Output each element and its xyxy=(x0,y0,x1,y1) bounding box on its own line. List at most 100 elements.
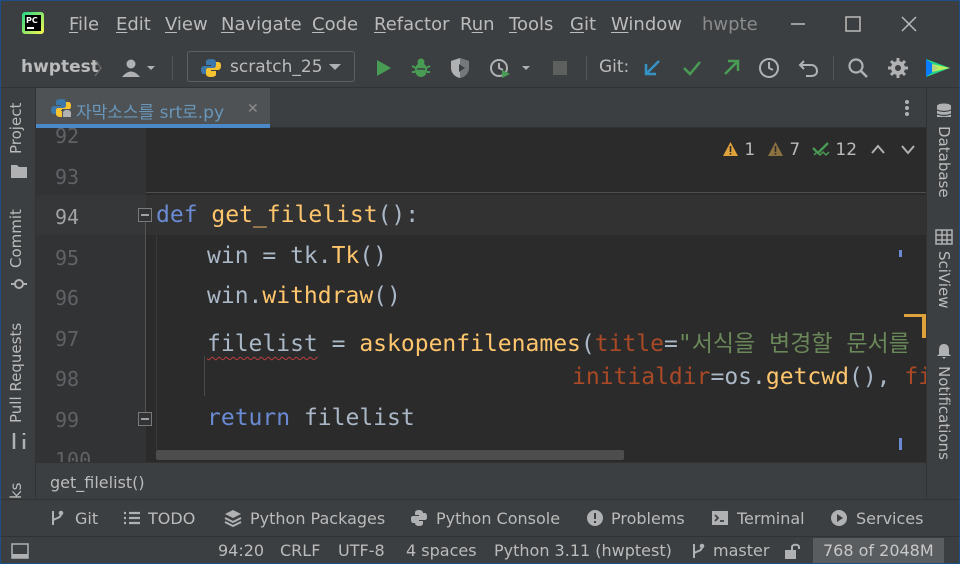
next-highlight-icon[interactable] xyxy=(900,142,916,156)
right-tool-strip: Database SciView Notifications xyxy=(926,88,960,499)
line-number-gutter xyxy=(36,128,146,462)
project-tool-button[interactable]: Project xyxy=(7,103,25,154)
menu-tools[interactable]: Tools xyxy=(509,13,553,37)
close-window-icon[interactable] xyxy=(897,12,921,36)
menu-refactor[interactable]: Refactor xyxy=(374,13,450,37)
status-bar: 94:20 CRLF UTF-8 4 spaces Python 3.11 (h… xyxy=(0,536,960,564)
code-with-me-icon[interactable] xyxy=(924,56,952,80)
line-number: 96 xyxy=(55,286,80,310)
editor-tab-label: 자막소스를 srt로.py xyxy=(76,103,225,123)
line-separator[interactable]: CRLF xyxy=(280,541,320,560)
line-number: 98 xyxy=(55,367,80,391)
editor-breadcrumbs: get_filelist() xyxy=(36,462,926,500)
editor-tab[interactable]: 자막소스를 srt로.py ✕ xyxy=(36,88,270,128)
code-line-94: def get_filelist(): xyxy=(156,202,420,228)
run-icon[interactable] xyxy=(371,56,395,80)
python-packages-tool-button[interactable]: Python Packages xyxy=(250,509,385,528)
run-configuration-select[interactable]: scratch_25 xyxy=(187,51,355,82)
more-options-icon[interactable] xyxy=(898,98,916,118)
menu-window[interactable]: Window xyxy=(611,13,682,37)
code-line-99: return filelist xyxy=(207,405,415,431)
warning-icon xyxy=(723,142,738,156)
menu-code[interactable]: Code xyxy=(312,13,358,37)
line-number: 100 xyxy=(55,448,92,462)
minimize-icon[interactable] xyxy=(786,12,810,36)
code-line-95: win = tk.Tk() xyxy=(207,243,388,269)
pull-request-icon xyxy=(12,433,26,449)
previous-highlight-icon[interactable] xyxy=(870,142,886,156)
python-console-tool-button[interactable]: Python Console xyxy=(436,509,560,528)
caret-position[interactable]: 94:20 xyxy=(218,541,264,560)
breadcrumb-function[interactable]: get_filelist() xyxy=(50,473,145,492)
search-icon[interactable] xyxy=(846,56,870,80)
user-dropdown-icon[interactable] xyxy=(120,56,160,80)
git-branch[interactable]: master xyxy=(713,541,769,560)
notifications-bell-icon xyxy=(937,344,951,359)
code-editor[interactable]: 92 93 94 95 96 97 98 99 100 1 7 12 def g… xyxy=(36,128,926,462)
line-number: 99 xyxy=(55,408,80,432)
python-file-icon xyxy=(51,99,71,118)
commit-tool-button[interactable]: Commit xyxy=(7,209,25,268)
horizontal-scrollbar[interactable] xyxy=(156,450,624,460)
weak-warning-count[interactable]: 7 xyxy=(767,140,800,160)
indent-setting[interactable]: 4 spaces xyxy=(406,541,477,560)
python-console-icon xyxy=(411,510,427,526)
pull-requests-tool-button[interactable]: Pull Requests xyxy=(7,323,25,423)
change-marker[interactable] xyxy=(899,438,902,450)
services-tool-button[interactable]: Services xyxy=(856,509,923,528)
close-tab-icon[interactable]: ✕ xyxy=(247,101,259,117)
line-number: 92 xyxy=(55,128,80,148)
memory-usage: 768 of 2048M xyxy=(823,541,934,560)
menu-view[interactable]: View xyxy=(165,13,208,37)
unlock-icon[interactable] xyxy=(783,542,801,560)
toggle-tool-windows-icon[interactable] xyxy=(11,543,29,559)
change-marker[interactable] xyxy=(899,250,902,257)
tool-window-bar: Git TODO Python Packages Python Console … xyxy=(0,499,960,536)
git-commit-icon[interactable] xyxy=(680,56,704,80)
maximize-icon[interactable] xyxy=(841,12,865,36)
settings-gear-icon[interactable] xyxy=(886,56,910,80)
problems-tool-button[interactable]: Problems xyxy=(611,509,685,528)
editor-tab-bar: 자막소스를 srt로.py ✕ xyxy=(36,88,926,128)
git-label: Git: xyxy=(599,57,630,77)
git-branch-icon xyxy=(52,510,64,525)
python-packages-icon xyxy=(224,510,242,527)
sciview-tool-button[interactable]: SciView xyxy=(935,251,953,309)
warning-count[interactable]: 1 xyxy=(722,140,755,160)
services-icon xyxy=(831,510,847,526)
menu-git[interactable]: Git xyxy=(570,13,596,37)
profiler-icon[interactable] xyxy=(488,56,534,80)
coverage-icon[interactable] xyxy=(448,56,472,80)
typo-count[interactable]: 12 xyxy=(812,140,857,160)
bookmarks-tool-button[interactable]: ks xyxy=(7,482,25,499)
chevron-right-icon xyxy=(94,59,102,77)
git-tool-button[interactable]: Git xyxy=(75,509,98,528)
menu-bar: PC File Edit View Navigate Code Refactor… xyxy=(0,0,960,48)
debug-icon[interactable] xyxy=(409,56,433,80)
pycharm-logo-icon: PC xyxy=(22,12,44,34)
code-line-98: initialdir=os.getcwd(), file xyxy=(572,364,926,390)
git-branch-icon xyxy=(693,543,705,558)
git-update-icon[interactable] xyxy=(640,56,664,80)
notifications-tool-button[interactable]: Notifications xyxy=(935,366,953,460)
menu-navigate[interactable]: Navigate xyxy=(221,13,302,37)
todo-tool-button[interactable]: TODO xyxy=(148,509,195,528)
code-line-96: win.withdraw() xyxy=(207,283,401,309)
stop-icon[interactable] xyxy=(548,56,572,80)
project-breadcrumb[interactable]: hwptest xyxy=(21,57,99,77)
menu-file[interactable]: File xyxy=(69,13,99,37)
python-interpreter[interactable]: Python 3.11 (hwptest) xyxy=(494,541,672,560)
menu-run[interactable]: Run xyxy=(460,13,495,37)
typo-check-icon xyxy=(812,142,830,157)
terminal-tool-button[interactable]: Terminal xyxy=(737,509,805,528)
history-icon[interactable] xyxy=(757,56,781,80)
file-encoding[interactable]: UTF-8 xyxy=(338,541,385,560)
database-tool-button[interactable]: Database xyxy=(935,126,953,198)
python-icon xyxy=(201,59,221,77)
method-separator xyxy=(146,192,926,193)
menu-edit[interactable]: Edit xyxy=(116,13,151,37)
fold-end-icon[interactable] xyxy=(138,412,152,426)
rollback-icon[interactable] xyxy=(797,56,821,80)
git-push-icon[interactable] xyxy=(719,56,743,80)
fold-toggle-icon[interactable] xyxy=(138,208,152,222)
